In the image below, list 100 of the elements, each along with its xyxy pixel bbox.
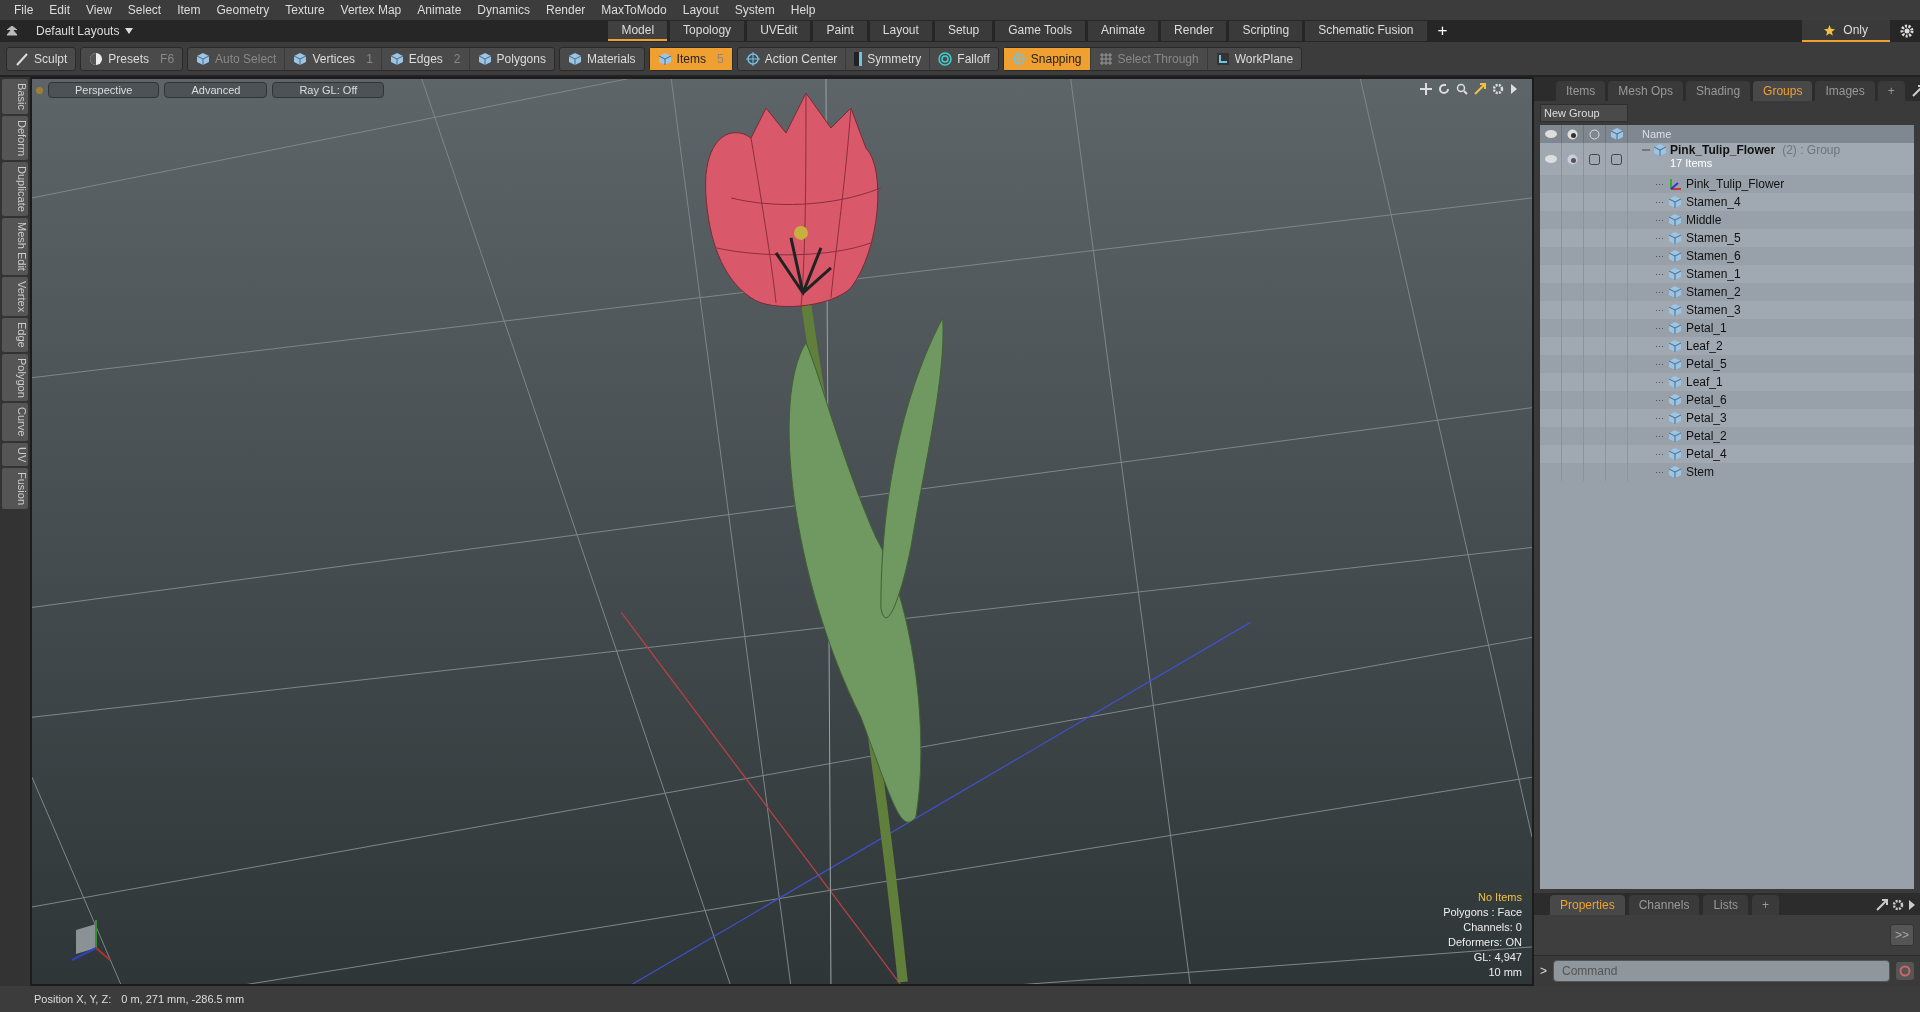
tree-item[interactable]: Stamen_6 xyxy=(1686,249,1741,263)
side-tab[interactable]: Deform xyxy=(2,115,28,160)
menu-item[interactable]: Help xyxy=(782,3,824,17)
layout-tab[interactable]: Layout xyxy=(869,21,932,41)
toolbar-button[interactable]: Action Center xyxy=(737,47,847,70)
side-tab[interactable]: Curve xyxy=(2,403,28,441)
maximize-icon[interactable] xyxy=(1474,83,1486,95)
panel-tab[interactable]: Items xyxy=(1556,81,1606,101)
menu-item[interactable]: Texture xyxy=(277,3,333,17)
stop-button[interactable] xyxy=(1896,962,1914,980)
panel-tab[interactable]: Shading xyxy=(1686,81,1751,101)
viewport-button[interactable]: Perspective xyxy=(48,82,160,98)
tree-item[interactable]: Pink_Tulip_Flower xyxy=(1686,177,1785,191)
move-icon[interactable] xyxy=(1420,83,1432,95)
viewport-button[interactable]: Advanced xyxy=(164,82,268,98)
menu-item[interactable]: System xyxy=(726,3,783,17)
render-icon[interactable] xyxy=(1567,128,1578,140)
layout-tab[interactable]: Model xyxy=(608,21,668,41)
panel-tab[interactable]: Properties xyxy=(1550,895,1625,915)
only-button[interactable]: Only xyxy=(1802,20,1890,42)
expand-icon[interactable] xyxy=(1911,85,1920,97)
toolbar-button[interactable]: Falloff xyxy=(930,47,998,70)
tree-item[interactable]: Petal_1 xyxy=(1686,321,1727,335)
tree-item[interactable]: Middle xyxy=(1686,213,1722,227)
play-icon[interactable] xyxy=(1510,83,1518,95)
render-icon[interactable] xyxy=(1567,153,1578,165)
menu-item[interactable]: File xyxy=(6,3,42,17)
menu-item[interactable]: Select xyxy=(119,3,170,17)
layout-tab[interactable]: Schematic Fusion xyxy=(1305,21,1427,41)
side-tab[interactable]: UV xyxy=(2,442,28,467)
new-group-button[interactable]: New Group xyxy=(1540,104,1628,122)
toolbar-button[interactable]: Presets F6 xyxy=(81,47,183,70)
toolbar-button[interactable]: Vertices 1 xyxy=(285,47,382,70)
menu-item[interactable]: Geometry xyxy=(208,3,278,17)
tree-item[interactable]: Petal_4 xyxy=(1686,447,1727,461)
panel-tab[interactable]: Lists xyxy=(1703,895,1749,915)
eye-icon[interactable] xyxy=(1544,130,1557,138)
square-outline-icon[interactable] xyxy=(1589,153,1600,165)
side-tab[interactable]: Polygon xyxy=(2,353,28,402)
expand-icon[interactable] xyxy=(1876,899,1888,911)
play-icon[interactable] xyxy=(1908,899,1916,911)
layout-tab[interactable]: Scripting xyxy=(1229,21,1303,41)
tree-item[interactable]: Leaf_2 xyxy=(1686,339,1723,353)
panel-tab[interactable]: Groups xyxy=(1753,81,1813,101)
tree-item[interactable]: Petal_5 xyxy=(1686,357,1727,371)
add-tab-button[interactable]: + xyxy=(1877,81,1905,101)
rotate-icon[interactable] xyxy=(1438,83,1450,95)
toolbar-button[interactable]: WorkPlane xyxy=(1207,47,1302,70)
command-field[interactable]: Command xyxy=(1553,960,1890,982)
layout-dropdown[interactable]: Default Layouts xyxy=(36,24,134,38)
side-tab[interactable]: Edge xyxy=(2,317,28,352)
menu-item[interactable]: Dynamics xyxy=(469,3,538,17)
layout-tab[interactable]: Setup xyxy=(934,21,993,41)
toolbar-button[interactable]: Edges 2 xyxy=(381,47,470,70)
menu-item[interactable]: Layout xyxy=(674,3,727,17)
toolbar-button[interactable]: Items 5 xyxy=(649,47,732,70)
tree-item[interactable]: Stamen_1 xyxy=(1686,267,1741,281)
tree-item[interactable]: Petal_2 xyxy=(1686,429,1727,443)
tulip-drawing[interactable] xyxy=(705,92,944,983)
group-name[interactable]: Pink_Tulip_Flower xyxy=(1670,143,1776,157)
layout-tab[interactable]: Render xyxy=(1161,21,1227,41)
layout-tab[interactable]: Animate xyxy=(1088,21,1159,41)
layout-tab[interactable]: UVEdit xyxy=(747,21,811,41)
layout-tab[interactable]: Game Tools xyxy=(995,21,1086,41)
tree-item[interactable]: Stamen_2 xyxy=(1686,285,1741,299)
menu-item[interactable]: View xyxy=(78,3,120,17)
side-tab[interactable]: Fusion xyxy=(2,468,28,510)
side-tab[interactable]: Duplicate xyxy=(2,161,28,216)
add-tab-button[interactable]: + xyxy=(1752,895,1780,915)
panel-tab[interactable]: Channels xyxy=(1628,895,1700,915)
menu-item[interactable]: Render xyxy=(538,3,594,17)
settings-icon[interactable] xyxy=(1900,24,1914,38)
menu-item[interactable]: Animate xyxy=(409,3,470,17)
toolbar-button[interactable]: Materials xyxy=(559,47,644,70)
viewport[interactable]: Perspective Advanced Ray GL: Off No Items Polygons : Face Channels: 0 Deformers: ON GL: 4,947 10 mm xyxy=(30,77,1534,986)
square-outline-icon[interactable] xyxy=(1611,153,1622,165)
tree-item[interactable]: Stem xyxy=(1686,465,1714,479)
toolbar-button[interactable]: Polygons xyxy=(469,47,554,70)
toolbar-button[interactable]: Sculpt xyxy=(7,47,76,70)
collapse-icon[interactable] xyxy=(6,26,18,36)
menu-item[interactable]: MaxToModo xyxy=(593,3,675,17)
tree-item[interactable]: Stamen_4 xyxy=(1686,195,1741,209)
tree-item[interactable]: Stamen_3 xyxy=(1686,303,1741,317)
side-tab[interactable]: Vertex xyxy=(2,276,28,316)
panel-tab[interactable]: Mesh Ops xyxy=(1608,81,1684,101)
layout-tab[interactable]: Topology xyxy=(670,21,745,41)
add-tab-button[interactable]: + xyxy=(1429,21,1456,41)
toolbar-button[interactable]: Snapping xyxy=(1003,47,1091,70)
tree-item[interactable]: Leaf_1 xyxy=(1686,375,1723,389)
settings-icon[interactable] xyxy=(1892,899,1904,911)
layout-tab[interactable]: Paint xyxy=(813,21,867,41)
tree-item[interactable]: Stamen_5 xyxy=(1686,231,1741,245)
panel-tab[interactable]: Images xyxy=(1815,81,1875,101)
menu-item[interactable]: Item xyxy=(169,3,209,17)
viewport-button[interactable]: Ray GL: Off xyxy=(272,82,385,98)
menu-item[interactable]: Vertex Map xyxy=(332,3,410,17)
search-icon[interactable] xyxy=(1456,83,1468,95)
menu-item[interactable]: Edit xyxy=(41,3,79,17)
toolbar-button[interactable]: Symmetry xyxy=(846,47,931,70)
side-tab[interactable]: Basic xyxy=(2,79,28,114)
